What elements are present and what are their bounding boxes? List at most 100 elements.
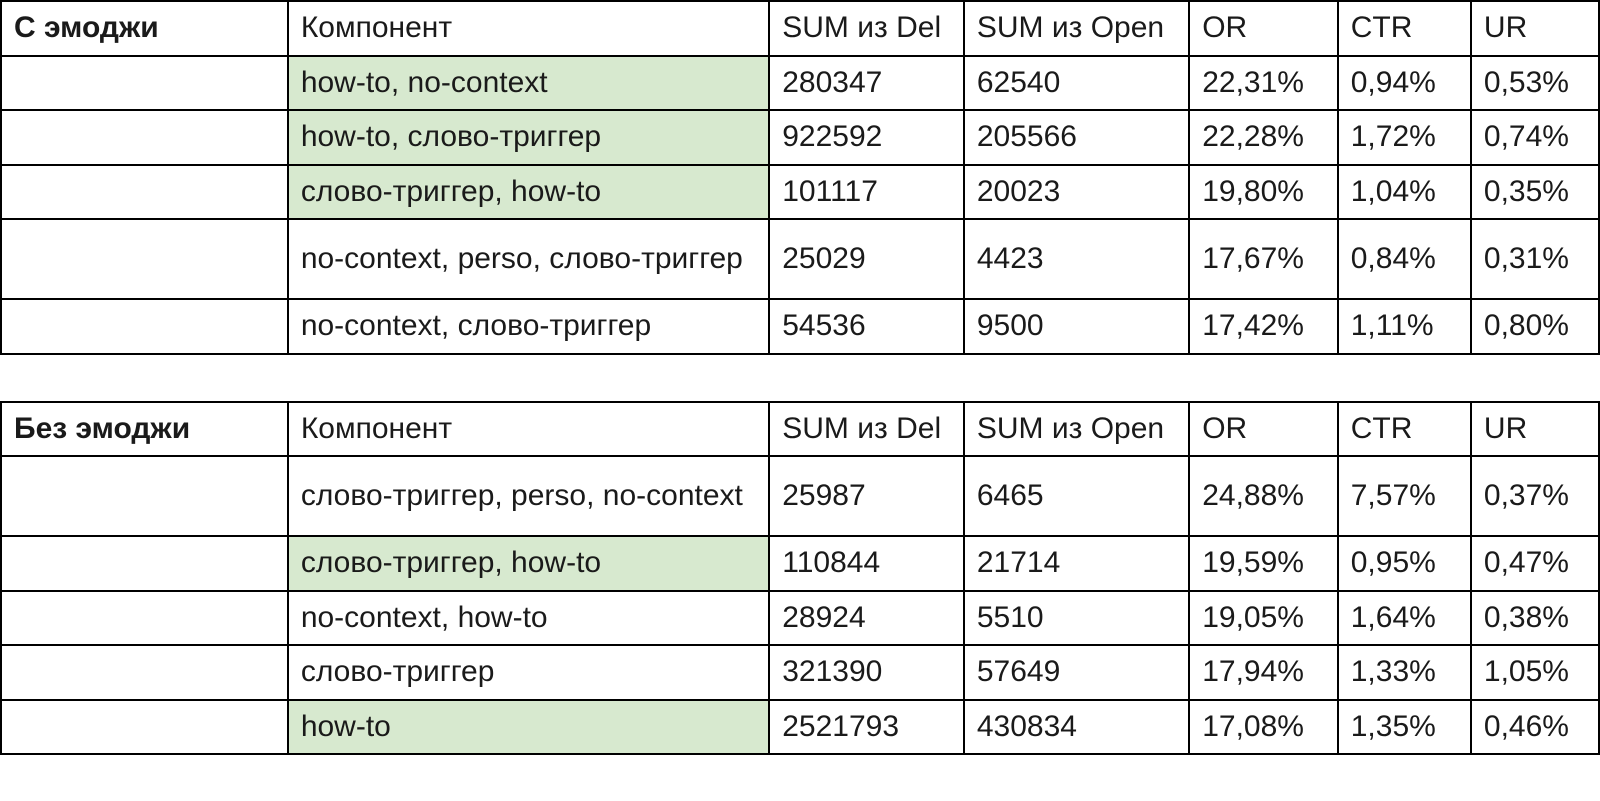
cell-sum-del: 25029 [769, 219, 964, 299]
group-title: С эмоджи [1, 1, 288, 56]
cell-or: 19,80% [1189, 165, 1338, 220]
col-sum-del: SUM из Del [769, 402, 964, 457]
cell-sum-open: 205566 [964, 110, 1189, 165]
cell-sum-del: 101117 [769, 165, 964, 220]
cell-empty [1, 536, 288, 591]
col-or: OR [1189, 402, 1338, 457]
group-title: Без эмоджи [1, 402, 288, 457]
cell-sum-del: 28924 [769, 591, 964, 646]
col-ur: UR [1471, 1, 1599, 56]
cell-sum-open: 4423 [964, 219, 1189, 299]
table-with-emoji: С эмоджи Компонент SUM из Del SUM из Ope… [0, 0, 1600, 355]
cell-component: слово-триггер, perso, no-context [288, 456, 769, 536]
cell-ur: 0,35% [1471, 165, 1599, 220]
cell-component: no-context, слово-триггер [288, 299, 769, 354]
table-row: слово-триггер 321390 57649 17,94% 1,33% … [1, 645, 1599, 700]
table-row: слово-триггер, perso, no-context 25987 6… [1, 456, 1599, 536]
cell-ctr: 1,72% [1338, 110, 1471, 165]
cell-ctr: 1,04% [1338, 165, 1471, 220]
table-row: how-to, no-context 280347 62540 22,31% 0… [1, 56, 1599, 111]
cell-component: no-context, how-to [288, 591, 769, 646]
col-ur: UR [1471, 402, 1599, 457]
col-component: Компонент [288, 1, 769, 56]
cell-sum-del: 321390 [769, 645, 964, 700]
table-row: no-context, perso, слово-триггер 25029 4… [1, 219, 1599, 299]
cell-ur: 1,05% [1471, 645, 1599, 700]
cell-sum-open: 57649 [964, 645, 1189, 700]
cell-sum-open: 21714 [964, 536, 1189, 591]
cell-sum-del: 25987 [769, 456, 964, 536]
cell-or: 24,88% [1189, 456, 1338, 536]
table-row: how-to 2521793 430834 17,08% 1,35% 0,46% [1, 700, 1599, 755]
cell-empty [1, 645, 288, 700]
cell-ur: 0,31% [1471, 219, 1599, 299]
cell-sum-open: 20023 [964, 165, 1189, 220]
col-ctr: CTR [1338, 1, 1471, 56]
table-row: how-to, слово-триггер 922592 205566 22,2… [1, 110, 1599, 165]
cell-empty [1, 165, 288, 220]
cell-sum-del: 54536 [769, 299, 964, 354]
cell-ur: 0,46% [1471, 700, 1599, 755]
cell-ctr: 0,95% [1338, 536, 1471, 591]
cell-sum-open: 5510 [964, 591, 1189, 646]
cell-component: слово-триггер, how-to [288, 536, 769, 591]
cell-ctr: 1,64% [1338, 591, 1471, 646]
cell-ur: 0,38% [1471, 591, 1599, 646]
cell-or: 17,94% [1189, 645, 1338, 700]
cell-empty [1, 700, 288, 755]
cell-empty [1, 456, 288, 536]
cell-empty [1, 299, 288, 354]
table-row: слово-триггер, how-to 110844 21714 19,59… [1, 536, 1599, 591]
table-row: слово-триггер, how-to 101117 20023 19,80… [1, 165, 1599, 220]
col-ctr: CTR [1338, 402, 1471, 457]
col-sum-open: SUM из Open [964, 402, 1189, 457]
cell-or: 19,05% [1189, 591, 1338, 646]
cell-or: 19,59% [1189, 536, 1338, 591]
cell-sum-open: 6465 [964, 456, 1189, 536]
cell-ctr: 1,11% [1338, 299, 1471, 354]
cell-or: 17,67% [1189, 219, 1338, 299]
table-header-row: С эмоджи Компонент SUM из Del SUM из Ope… [1, 1, 1599, 56]
cell-component: слово-триггер [288, 645, 769, 700]
cell-ur: 0,74% [1471, 110, 1599, 165]
table-row: no-context, how-to 28924 5510 19,05% 1,6… [1, 591, 1599, 646]
cell-component: how-to, слово-триггер [288, 110, 769, 165]
col-component: Компонент [288, 402, 769, 457]
cell-empty [1, 219, 288, 299]
cell-sum-del: 922592 [769, 110, 964, 165]
cell-empty [1, 110, 288, 165]
cell-or: 17,08% [1189, 700, 1338, 755]
col-sum-open: SUM из Open [964, 1, 1189, 56]
cell-ur: 0,53% [1471, 56, 1599, 111]
cell-component: no-context, perso, слово-триггер [288, 219, 769, 299]
cell-or: 22,31% [1189, 56, 1338, 111]
page: С эмоджи Компонент SUM из Del SUM из Ope… [0, 0, 1600, 755]
cell-ctr: 1,35% [1338, 700, 1471, 755]
cell-component: how-to, no-context [288, 56, 769, 111]
cell-or: 17,42% [1189, 299, 1338, 354]
cell-ctr: 7,57% [1338, 456, 1471, 536]
table-row: no-context, слово-триггер 54536 9500 17,… [1, 299, 1599, 354]
col-sum-del: SUM из Del [769, 1, 964, 56]
cell-sum-del: 280347 [769, 56, 964, 111]
col-or: OR [1189, 1, 1338, 56]
cell-component: слово-триггер, how-to [288, 165, 769, 220]
cell-component: how-to [288, 700, 769, 755]
table-without-emoji: Без эмоджи Компонент SUM из Del SUM из O… [0, 401, 1600, 756]
cell-empty [1, 56, 288, 111]
cell-sum-open: 9500 [964, 299, 1189, 354]
cell-ctr: 0,84% [1338, 219, 1471, 299]
cell-ur: 0,37% [1471, 456, 1599, 536]
cell-ur: 0,47% [1471, 536, 1599, 591]
cell-sum-del: 2521793 [769, 700, 964, 755]
cell-ctr: 1,33% [1338, 645, 1471, 700]
table-header-row: Без эмоджи Компонент SUM из Del SUM из O… [1, 402, 1599, 457]
cell-sum-open: 430834 [964, 700, 1189, 755]
cell-empty [1, 591, 288, 646]
cell-sum-del: 110844 [769, 536, 964, 591]
table-spacer [0, 355, 1600, 401]
cell-sum-open: 62540 [964, 56, 1189, 111]
cell-or: 22,28% [1189, 110, 1338, 165]
cell-ctr: 0,94% [1338, 56, 1471, 111]
cell-ur: 0,80% [1471, 299, 1599, 354]
